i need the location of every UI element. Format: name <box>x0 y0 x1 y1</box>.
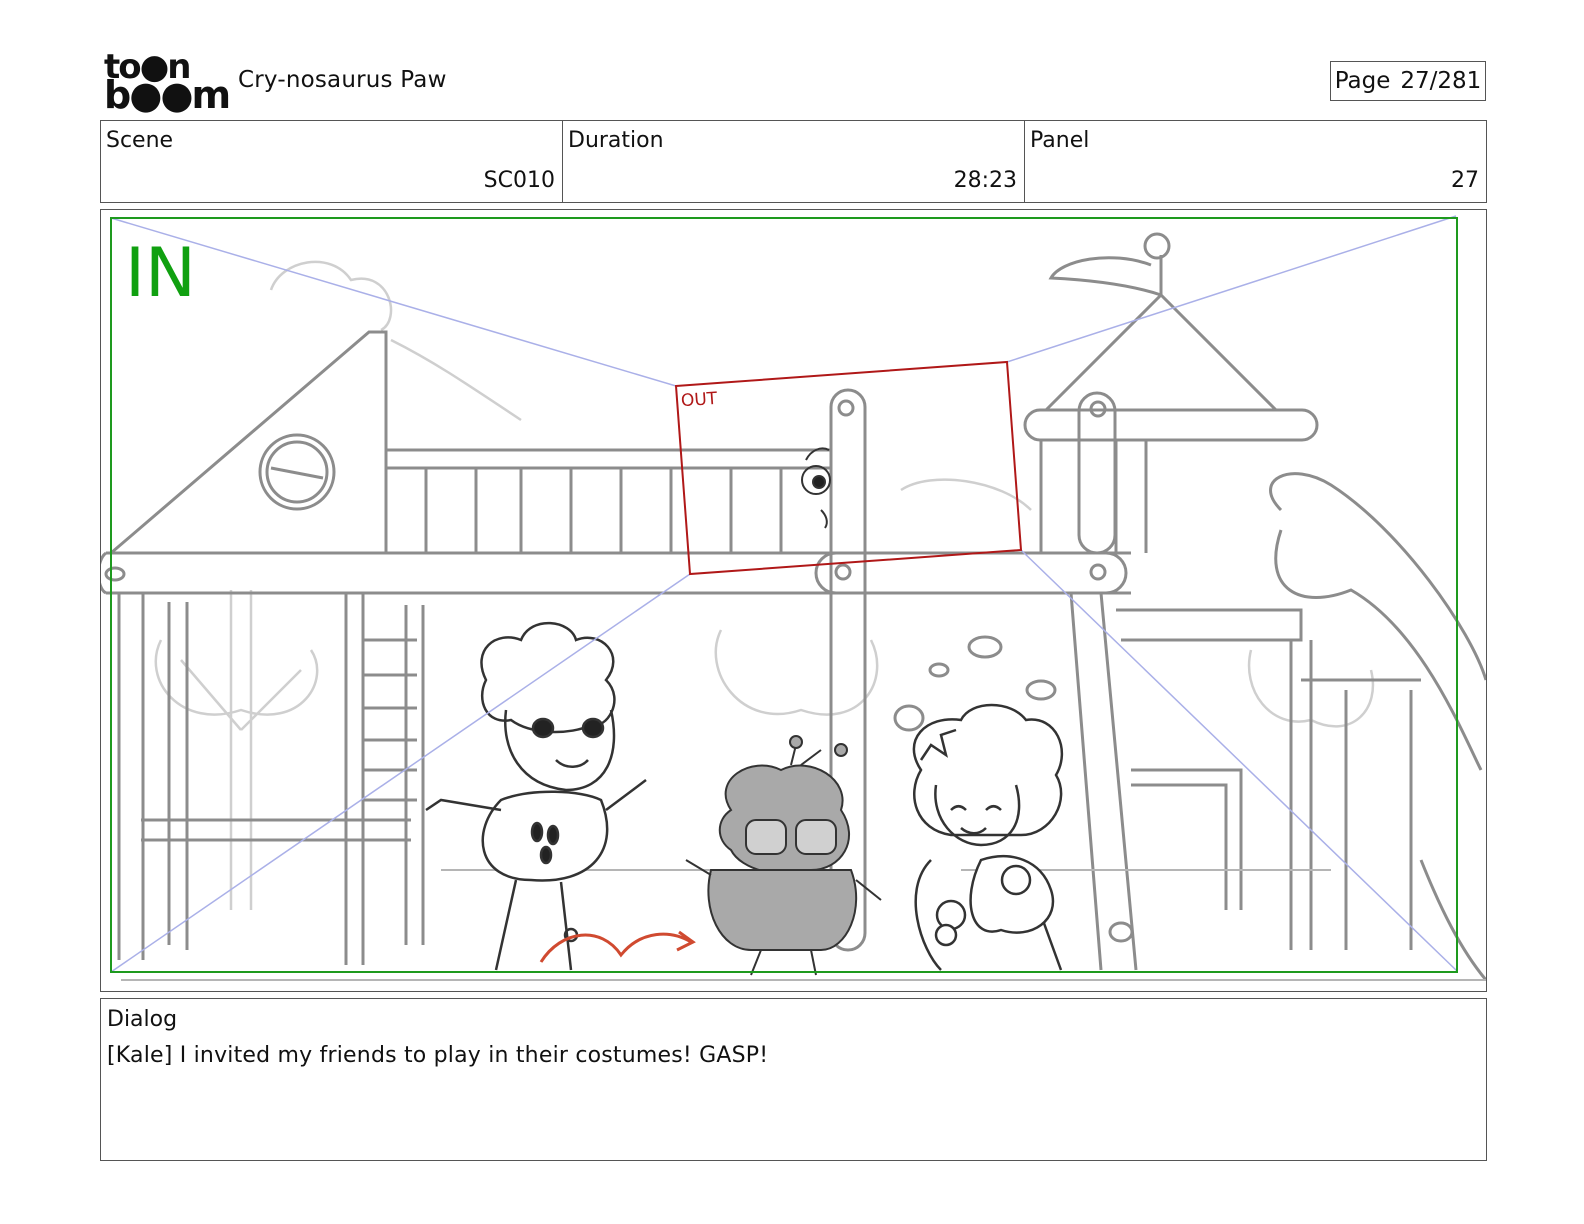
dialog-box: Dialog [Kale] I invited my friends to pl… <box>100 998 1487 1161</box>
page-label: Page <box>1334 68 1391 94</box>
character-girl-with-teddy <box>912 703 1064 971</box>
in-frame-label: IN <box>125 234 196 313</box>
panel-drawing <box>101 215 1486 981</box>
character-bee-costume <box>685 735 882 976</box>
scene-cell: Scene SC010 <box>101 121 563 202</box>
duration-label: Duration <box>568 128 664 153</box>
toonboom-logo: to●n b●●m <box>104 50 231 114</box>
duration-cell: Duration 28:23 <box>563 121 1025 202</box>
scene-label: Scene <box>106 128 174 153</box>
project-title: Cry-nosaurus Paw <box>238 67 447 93</box>
panel-label: Panel <box>1030 128 1090 153</box>
duration-value: 28:23 <box>953 168 1017 193</box>
character-kale <box>425 621 647 971</box>
storyboard-panel: IN OUT <box>100 209 1487 992</box>
panel-cell: Panel 27 <box>1025 121 1486 202</box>
dialog-text: [Kale] I invited my friends to play in t… <box>107 1043 769 1068</box>
scene-value: SC010 <box>483 168 555 193</box>
panel-value: 27 <box>1451 168 1479 193</box>
motion-arrow <box>539 932 692 963</box>
page-indicator: Page 27/281 <box>1330 61 1486 101</box>
logo-line-2: b●●m <box>104 73 231 117</box>
out-frame-label: OUT <box>680 388 718 412</box>
panel-info-table: Scene SC010 Duration 28:23 Panel 27 <box>100 120 1487 203</box>
peeking-character <box>801 447 831 529</box>
dialog-label: Dialog <box>107 1007 178 1032</box>
page-value: 27/281 <box>1400 68 1482 94</box>
